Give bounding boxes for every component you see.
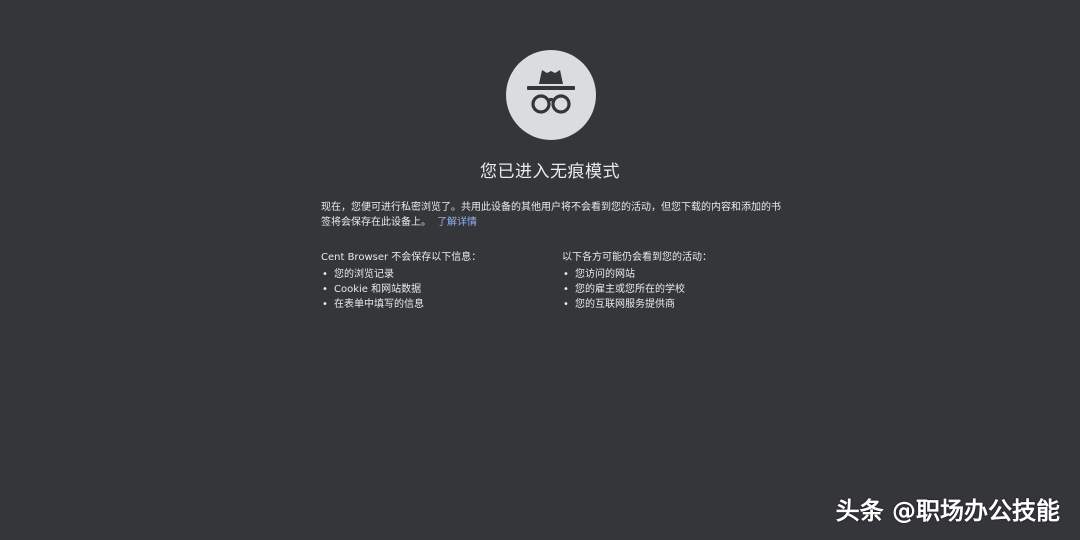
intro-text: 现在，您便可进行私密浏览了。共用此设备的其他用户将不会看到您的活动，但您下载的内… [321, 202, 781, 228]
still-visible-heading: 以下各方可能仍会看到您的活动： [562, 252, 712, 263]
learn-more-link[interactable]: 了解详情 [437, 217, 477, 228]
intro-paragraph: 现在，您便可进行私密浏览了。共用此设备的其他用户将不会看到您的活动，但您下载的内… [321, 200, 781, 230]
list-item: • 您的雇主或您所在的学校 [563, 284, 685, 295]
list-item: • 在表单中填写的信息 [322, 299, 424, 310]
still-visible-list: • 您访问的网站 • 您的雇主或您所在的学校 • 您的互联网服务提供商 [562, 267, 792, 312]
not-saved-heading: Cent Browser 不会保存以下信息： [321, 252, 482, 263]
list-item: • 您访问的网站 [563, 269, 635, 280]
page-title: 您已进入无痕模式 [480, 162, 620, 182]
still-visible-column: 以下各方可能仍会看到您的活动： • 您访问的网站 • 您的雇主或您所在的学校 • 您的… [562, 250, 792, 312]
incognito-icon [506, 50, 596, 140]
list-item: • 您的互联网服务提供商 [563, 299, 675, 310]
list-item: • 您的浏览记录 [322, 269, 394, 280]
list-item: • Cookie 和网站数据 [322, 284, 422, 295]
incognito-page: 您已进入无痕模式 现在，您便可进行私密浏览了。共用此设备的其他用户将不会看到您的… [0, 0, 1080, 540]
intro-section: 现在，您便可进行私密浏览了。共用此设备的其他用户将不会看到您的活动，但您下载的内… [321, 200, 781, 230]
not-saved-column: Cent Browser 不会保存以下信息： • 您的浏览记录 • Cookie 和… [321, 250, 551, 312]
watermark: 头条 @职场办公技能 [835, 497, 1060, 525]
not-saved-list: • 您的浏览记录 • Cookie 和网站数据 • 在表单中填写的信息 [321, 267, 551, 312]
